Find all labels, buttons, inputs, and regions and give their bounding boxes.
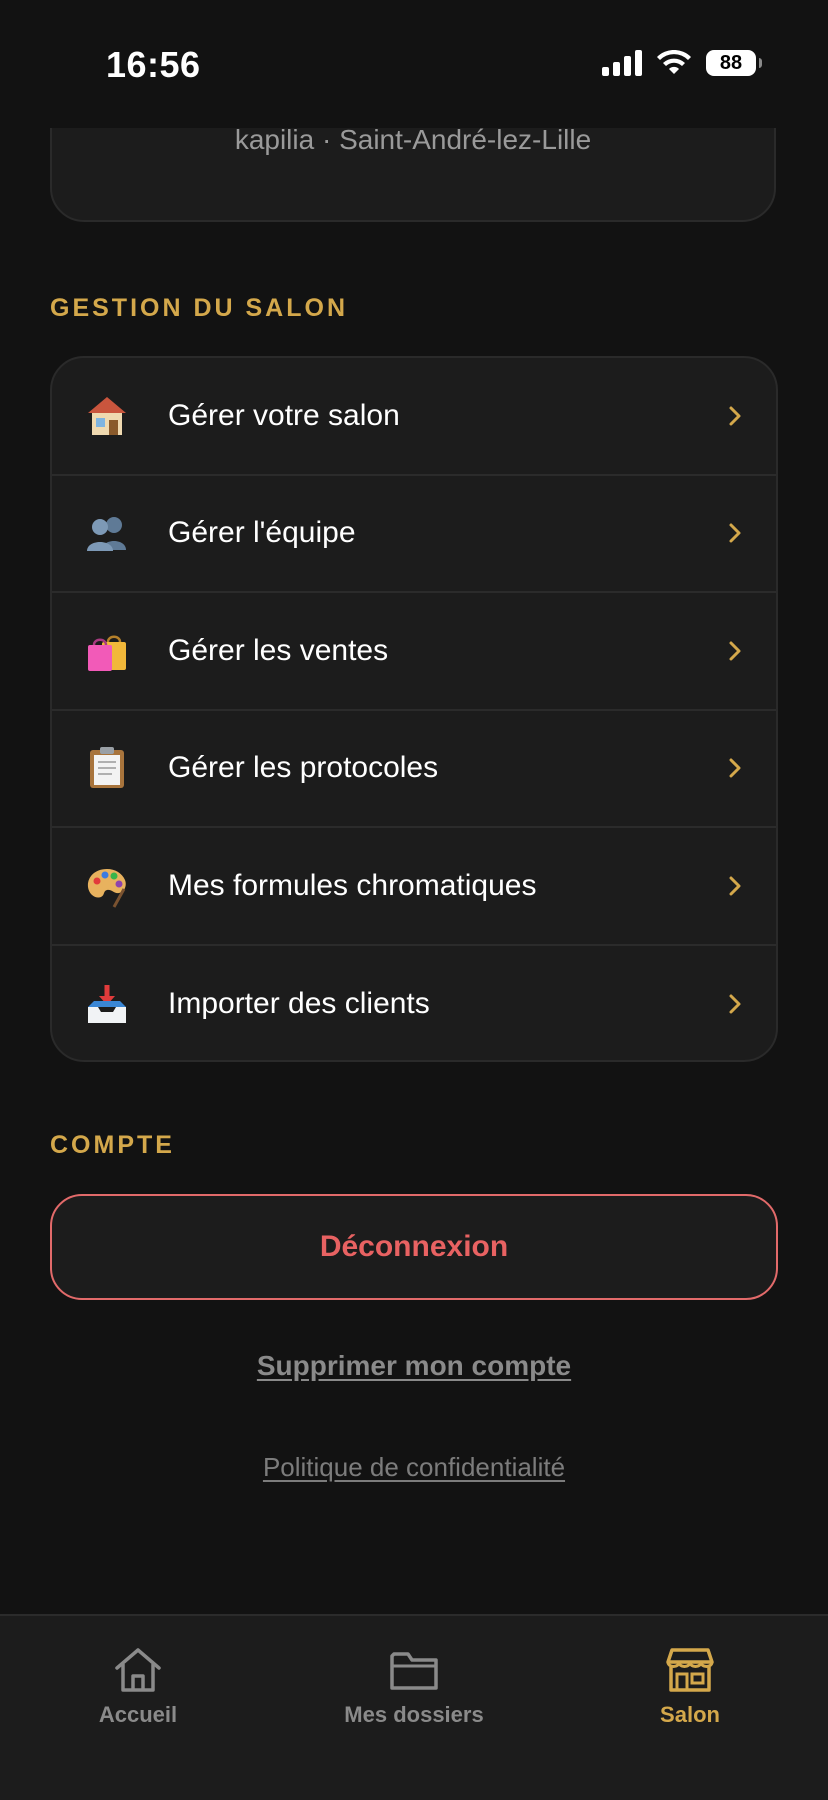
salon-location: kapilia · Saint-André-lez-Lille [234,124,592,155]
nav-item-home[interactable]: Accueil [18,1646,258,1728]
status-icons: 88 [602,50,762,76]
account-section-title: COMPTE [50,1131,175,1159]
storefront-icon [666,1648,714,1692]
chevron-right-icon [729,406,741,426]
logout-button[interactable]: Déconnexion [50,1194,778,1300]
chevron-right-icon [729,523,741,543]
shopping-bags-icon [82,626,132,676]
wifi-icon [657,50,691,74]
salon-section-title: GESTION DU SALON [50,294,349,322]
menu-item-manage-salon[interactable]: Gérer votre salon [52,358,776,476]
menu-label: Importer des clients [168,987,430,1021]
privacy-policy-link[interactable]: Politique de confidentialité [0,1452,828,1483]
salon-screen: kapilia · Saint-André-lez-Lille 16:56 88… [0,0,828,1800]
menu-label: Mes formules chromatiques [168,868,537,902]
status-bar: 16:56 88 [0,0,828,128]
chevron-right-icon [729,994,741,1014]
menu-item-import-clients[interactable]: Importer des clients [52,946,776,1061]
clipboard-icon [82,743,132,793]
folder-icon [390,1652,438,1690]
menu-item-manage-sales[interactable]: Gérer les ventes [52,593,776,711]
menu-label: Gérer les ventes [168,633,389,667]
chevron-right-icon [729,641,741,661]
nav-item-salon[interactable]: Salon [570,1646,810,1728]
status-time: 16:56 [106,44,201,85]
delete-account-link[interactable]: Supprimer mon compte [0,1350,828,1382]
nav-item-folders[interactable]: Mes dossiers [294,1646,534,1728]
home-icon [115,1648,161,1692]
chevron-right-icon [729,758,741,778]
nav-label: Mes dossiers [344,1702,484,1727]
menu-label: Gérer votre salon [168,398,400,432]
cellular-signal-icon [602,50,642,76]
palette-icon [82,861,132,911]
salon-menu-list: Gérer votre salon Gérer l'équipe Gérer l… [50,356,778,1062]
menu-label: Gérer les protocoles [168,751,439,785]
battery-icon: 88 [706,50,762,76]
battery-level: 88 [719,51,743,74]
nav-label: Accueil [98,1702,178,1727]
house-icon [82,391,132,441]
bottom-navigation: Accueil Mes dossiers Salon [0,1614,828,1800]
team-icon [82,508,132,558]
logout-label: Déconnexion [319,1230,509,1263]
inbox-tray-icon [82,979,132,1029]
chevron-right-icon [729,876,741,896]
menu-label: Gérer l'équipe [168,516,356,550]
menu-item-manage-team[interactable]: Gérer l'équipe [52,476,776,593]
menu-item-color-formulas[interactable]: Mes formules chromatiques [52,828,776,946]
nav-label: Salon [660,1702,720,1727]
menu-item-manage-protocols[interactable]: Gérer les protocoles [52,711,776,828]
